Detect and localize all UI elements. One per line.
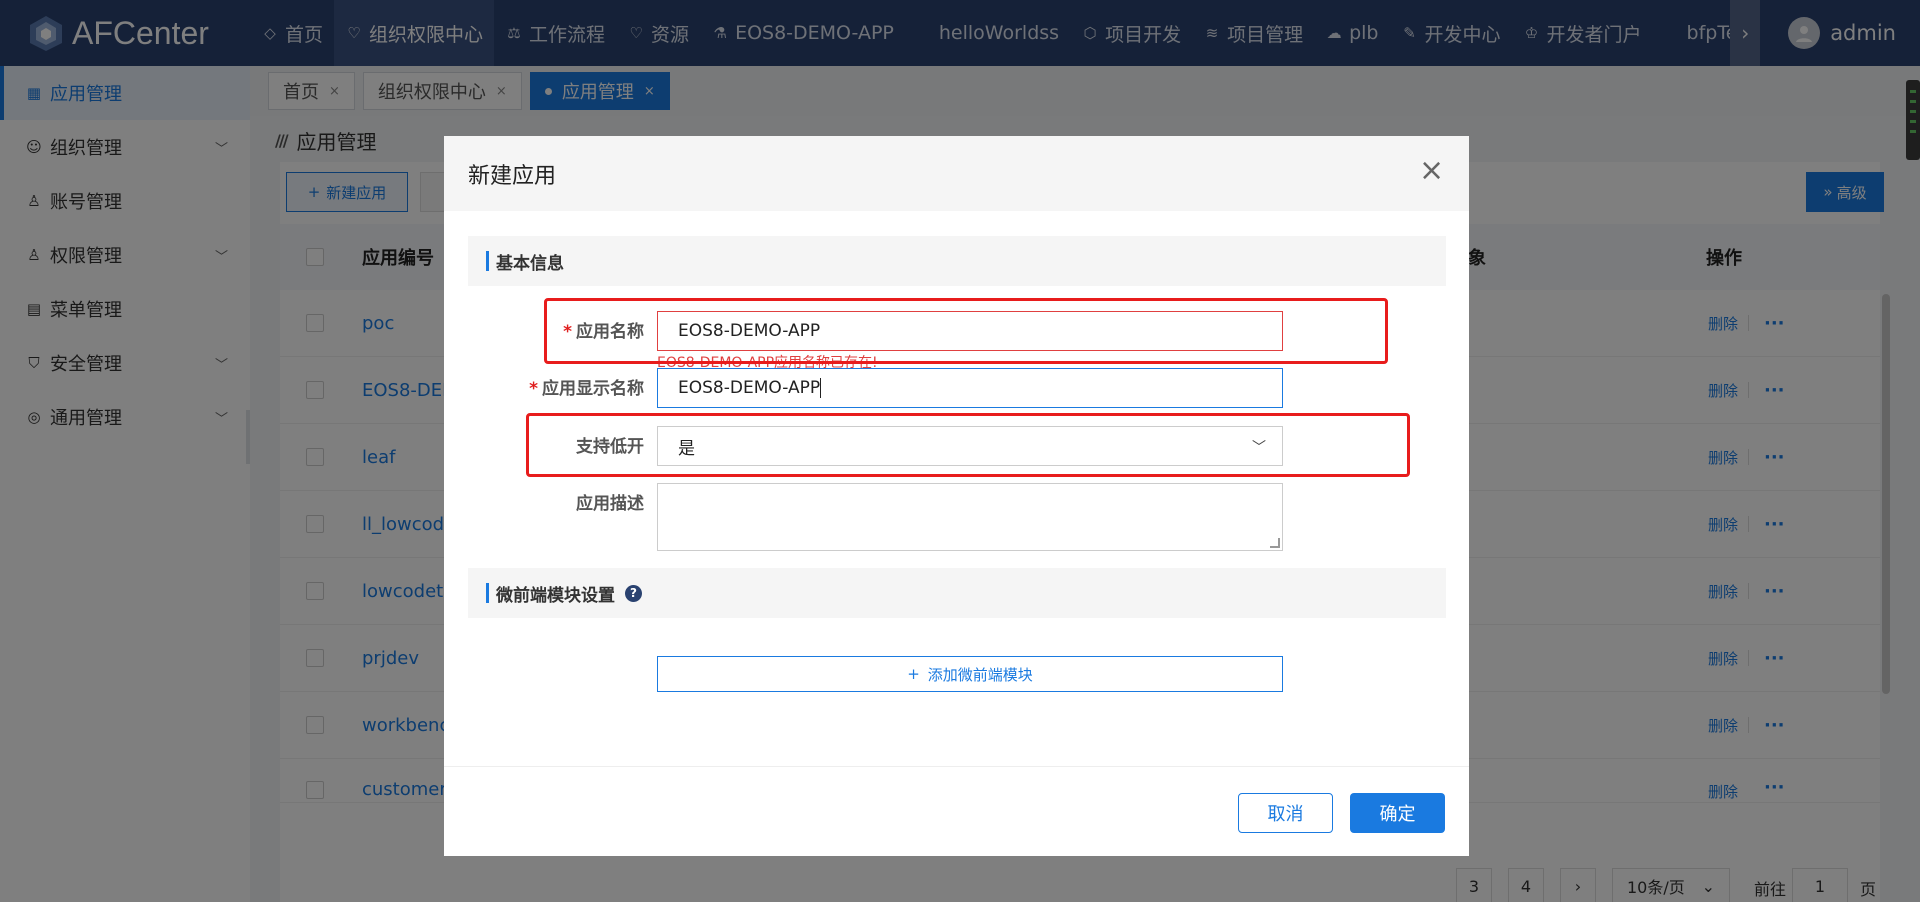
confirm-button[interactable]: 确定 bbox=[1350, 793, 1445, 833]
close-icon[interactable]: × bbox=[1419, 156, 1444, 186]
section-basic-info: 基本信息 bbox=[468, 236, 1446, 286]
section-title: 微前端模块设置 bbox=[496, 585, 615, 606]
add-micro-frontend-button[interactable]: + 添加微前端模块 bbox=[657, 656, 1283, 692]
dialog-footer: 取消 确定 bbox=[444, 766, 1469, 856]
cancel-button[interactable]: 取消 bbox=[1238, 793, 1333, 833]
section-micro-frontend: 微前端模块设置? bbox=[468, 568, 1446, 618]
resize-handle-icon[interactable] bbox=[1270, 538, 1280, 548]
label-text: 应用描述 bbox=[576, 494, 644, 514]
section-title: 基本信息 bbox=[496, 253, 564, 274]
dialog-header: 新建应用 × bbox=[444, 136, 1469, 211]
button-label: 取消 bbox=[1267, 804, 1304, 825]
new-app-dialog: 新建应用 × 基本信息 * 应用名称 EOS8-DEMO-APP EOS8-DEM… bbox=[444, 136, 1469, 856]
highlight-box-lowcode bbox=[526, 413, 1410, 477]
display-name-input[interactable]: EOS8-DEMO-APP bbox=[657, 368, 1283, 408]
desc-label: 应用描述 bbox=[444, 489, 644, 514]
display-name-label: * 应用显示名称 bbox=[444, 374, 644, 399]
input-value: EOS8-DEMO-APP bbox=[678, 378, 821, 398]
help-icon[interactable]: ? bbox=[625, 584, 642, 602]
required-mark: * bbox=[529, 379, 538, 399]
label-text: 应用显示名称 bbox=[542, 379, 644, 399]
plus-icon: + bbox=[907, 665, 920, 683]
highlight-box-app-name bbox=[544, 298, 1388, 364]
desc-textarea[interactable] bbox=[657, 483, 1283, 551]
button-label: 添加微前端模块 bbox=[927, 665, 1033, 684]
text-cursor bbox=[820, 378, 822, 398]
button-label: 确定 bbox=[1379, 804, 1416, 825]
dialog-title: 新建应用 bbox=[468, 163, 557, 189]
